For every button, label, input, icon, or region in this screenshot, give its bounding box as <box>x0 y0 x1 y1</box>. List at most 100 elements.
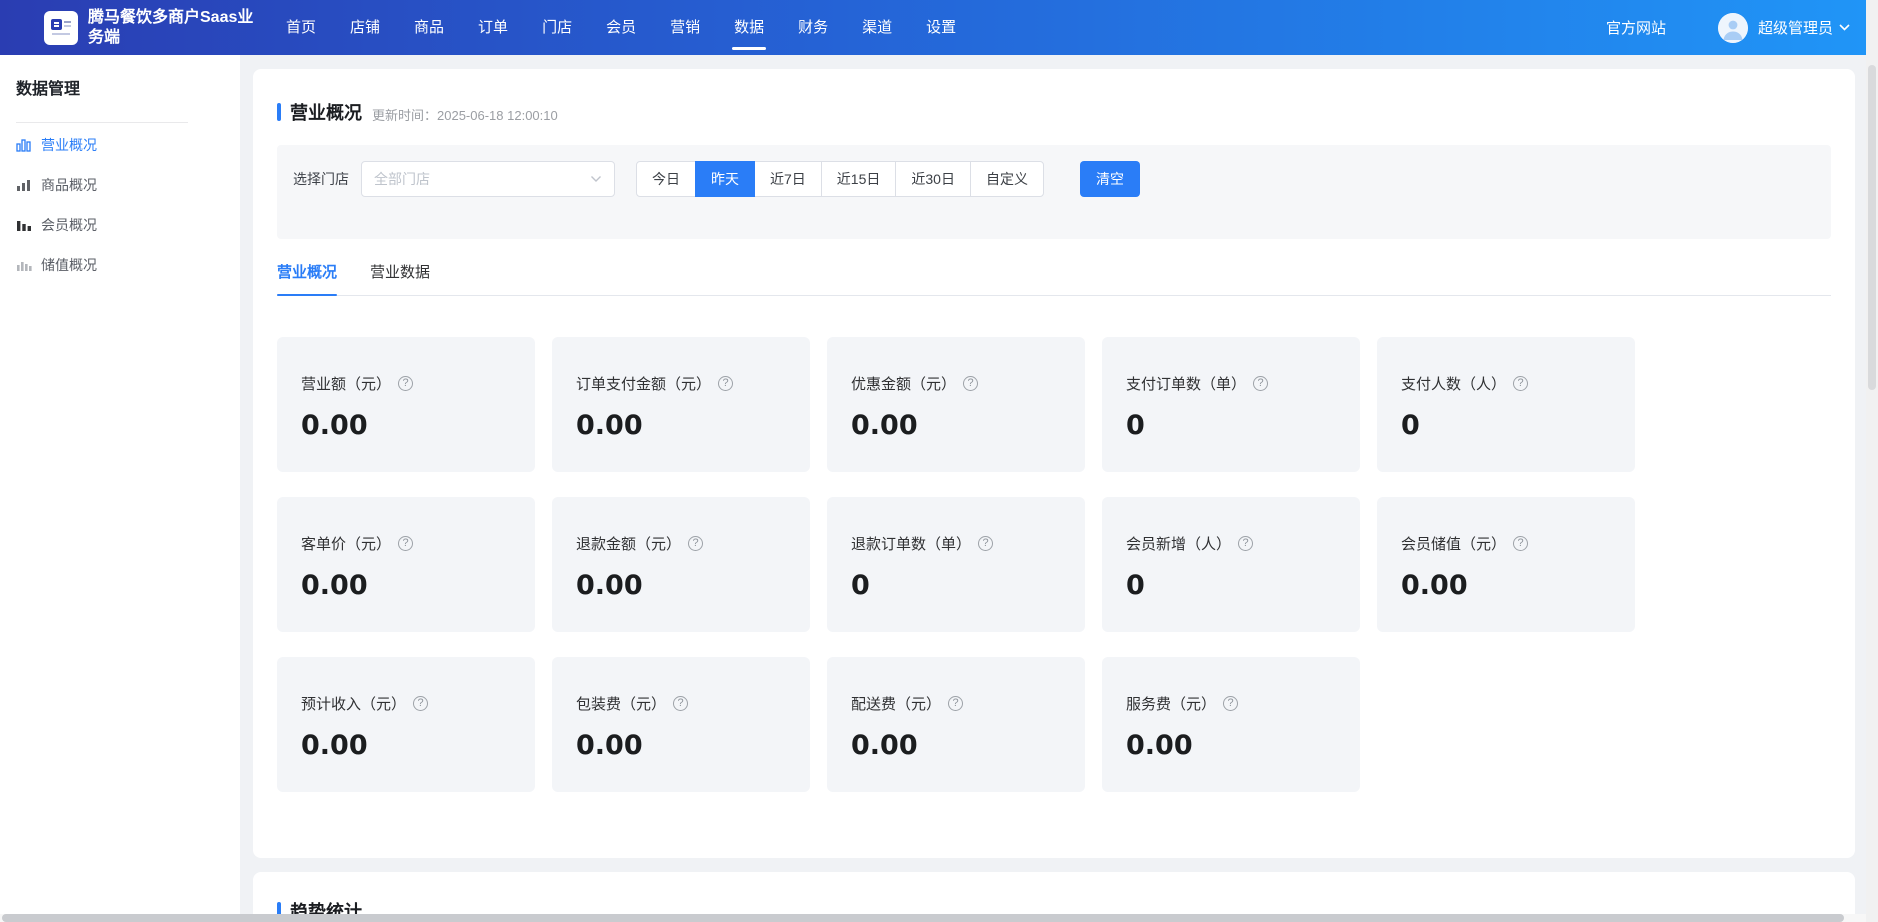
metric-label: 会员新增（人） <box>1126 533 1231 554</box>
metric-card: 包装费（元） 0.00 <box>552 657 810 792</box>
store-select-label: 选择门店 <box>293 169 349 189</box>
horizontal-scrollbar-thumb[interactable] <box>2 914 1844 922</box>
metric-label: 包装费（元） <box>576 693 666 714</box>
vertical-scrollbar-thumb[interactable] <box>1868 65 1876 390</box>
sidebar-divider <box>16 122 188 123</box>
horizontal-scrollbar[interactable] <box>0 914 1866 922</box>
nav-item-home[interactable]: 首页 <box>286 0 316 55</box>
brand-name: 腾马餐饮多商户Saas业务端 <box>88 8 256 48</box>
business-overview-card: 营业概况 更新时间：2025-06-18 12:00:10 选择门店 全部门店 … <box>253 69 1855 858</box>
metric-value: 0.00 <box>301 730 511 761</box>
metric-label: 服务费（元） <box>1126 693 1216 714</box>
metric-card: 退款订单数（单） 0 <box>827 497 1085 632</box>
help-icon[interactable] <box>948 696 963 711</box>
help-icon[interactable] <box>1253 376 1268 391</box>
metric-label: 客单价（元） <box>301 533 391 554</box>
clear-button[interactable]: 清空 <box>1080 161 1140 197</box>
metric-value: 0 <box>1126 570 1336 601</box>
metric-label: 预计收入（元） <box>301 693 406 714</box>
main-content: 营业概况 更新时间：2025-06-18 12:00:10 选择门店 全部门店 … <box>253 69 1855 922</box>
metric-label: 优惠金额（元） <box>851 373 956 394</box>
metric-value: 0.00 <box>301 570 511 601</box>
help-icon[interactable] <box>963 376 978 391</box>
date-range-30d[interactable]: 近30日 <box>895 161 971 197</box>
nav-item-branches[interactable]: 门店 <box>542 0 572 55</box>
nav-item-orders[interactable]: 订单 <box>478 0 508 55</box>
app-root: 腾马餐饮多商户Saas业务端 首页 店铺 商品 订单 门店 会员 营销 数据 财… <box>0 0 1878 922</box>
metric-label: 配送费（元） <box>851 693 941 714</box>
sidebar-item-member-overview[interactable]: 会员概况 <box>16 205 224 245</box>
update-time-label: 更新时间： <box>372 108 437 123</box>
nav-item-marketing[interactable]: 营销 <box>670 0 700 55</box>
bar-chart-icon <box>16 137 32 153</box>
logo-icon <box>50 17 72 39</box>
metric-label: 退款订单数（单） <box>851 533 971 554</box>
tab-business-data[interactable]: 营业数据 <box>370 261 430 295</box>
help-icon[interactable] <box>1238 536 1253 551</box>
metric-value: 0.00 <box>851 730 1061 761</box>
help-icon[interactable] <box>398 376 413 391</box>
metric-value: 0.00 <box>576 410 786 441</box>
metric-card: 支付订单数（单） 0 <box>1102 337 1360 472</box>
avatar[interactable] <box>1718 13 1748 43</box>
metric-value: 0.00 <box>1126 730 1336 761</box>
help-icon[interactable] <box>1513 536 1528 551</box>
metric-label: 营业额（元） <box>301 373 391 394</box>
nav-item-channels[interactable]: 渠道 <box>862 0 892 55</box>
date-range-7d[interactable]: 近7日 <box>754 161 822 197</box>
sidebar: 数据管理 营业概况 商品概况 会员概况 <box>0 55 240 922</box>
date-range-15d[interactable]: 近15日 <box>821 161 897 197</box>
help-icon[interactable] <box>688 536 703 551</box>
sidebar-item-business-overview[interactable]: 营业概况 <box>16 125 224 165</box>
navbar-right: 官方网站 超级管理员 <box>1606 13 1866 43</box>
metric-value: 0.00 <box>576 730 786 761</box>
metric-label: 退款金额（元） <box>576 533 681 554</box>
tab-business-overview[interactable]: 营业概况 <box>277 261 337 295</box>
sidebar-list: 营业概况 商品概况 会员概况 储值概况 <box>16 125 224 285</box>
metric-card: 订单支付金额（元） 0.00 <box>552 337 810 472</box>
help-icon[interactable] <box>718 376 733 391</box>
help-icon[interactable] <box>1223 696 1238 711</box>
nav-item-finance[interactable]: 财务 <box>798 0 828 55</box>
section-header: 营业概况 更新时间：2025-06-18 12:00:10 <box>277 99 1831 125</box>
nav-item-goods[interactable]: 商品 <box>414 0 444 55</box>
help-icon[interactable] <box>398 536 413 551</box>
metric-card: 优惠金额（元） 0.00 <box>827 337 1085 472</box>
user-name[interactable]: 超级管理员 <box>1758 17 1833 38</box>
date-range-yesterday[interactable]: 昨天 <box>695 161 755 197</box>
date-range-group: 今日 昨天 近7日 近15日 近30日 自定义 <box>636 161 1044 197</box>
help-icon[interactable] <box>1513 376 1528 391</box>
nav-item-settings[interactable]: 设置 <box>926 0 956 55</box>
metric-label: 支付人数（人） <box>1401 373 1506 394</box>
sidebar-item-goods-overview[interactable]: 商品概况 <box>16 165 224 205</box>
sidebar-item-label: 会员概况 <box>41 215 97 235</box>
chevron-down-icon[interactable] <box>1839 24 1850 31</box>
sidebar-item-stored-value-overview[interactable]: 储值概况 <box>16 245 224 285</box>
nav-item-store[interactable]: 店铺 <box>350 0 380 55</box>
user-icon <box>1718 13 1748 43</box>
date-range-today[interactable]: 今日 <box>636 161 696 197</box>
metric-grid: 营业额（元） 0.00 订单支付金额（元） 0.00 优惠金额（元） 0.00 … <box>277 337 1831 792</box>
sidebar-title: 数据管理 <box>16 75 224 99</box>
help-icon[interactable] <box>673 696 688 711</box>
help-icon[interactable] <box>978 536 993 551</box>
vertical-scrollbar[interactable] <box>1866 0 1878 922</box>
bar-chart-icon <box>16 177 32 193</box>
filter-bar: 选择门店 全部门店 今日 昨天 近7日 近15日 近30日 自定义 清空 <box>277 145 1831 239</box>
bar-chart-icon <box>16 217 32 233</box>
official-site-link[interactable]: 官方网站 <box>1606 17 1666 38</box>
update-time: 更新时间：2025-06-18 12:00:10 <box>372 105 558 124</box>
date-range-custom[interactable]: 自定义 <box>970 161 1044 197</box>
nav-item-members[interactable]: 会员 <box>606 0 636 55</box>
metric-card: 会员储值（元） 0.00 <box>1377 497 1635 632</box>
page-title: 营业概况 <box>290 99 362 125</box>
metric-card: 客单价（元） 0.00 <box>277 497 535 632</box>
store-select[interactable]: 全部门店 <box>361 161 615 197</box>
metric-value: 0 <box>1126 410 1336 441</box>
metric-value: 0.00 <box>301 410 511 441</box>
help-icon[interactable] <box>413 696 428 711</box>
top-navbar: 腾马餐饮多商户Saas业务端 首页 店铺 商品 订单 门店 会员 营销 数据 财… <box>0 0 1866 55</box>
metric-value: 0 <box>851 570 1061 601</box>
nav-item-data[interactable]: 数据 <box>734 0 764 55</box>
section-accent-bar <box>277 103 281 121</box>
